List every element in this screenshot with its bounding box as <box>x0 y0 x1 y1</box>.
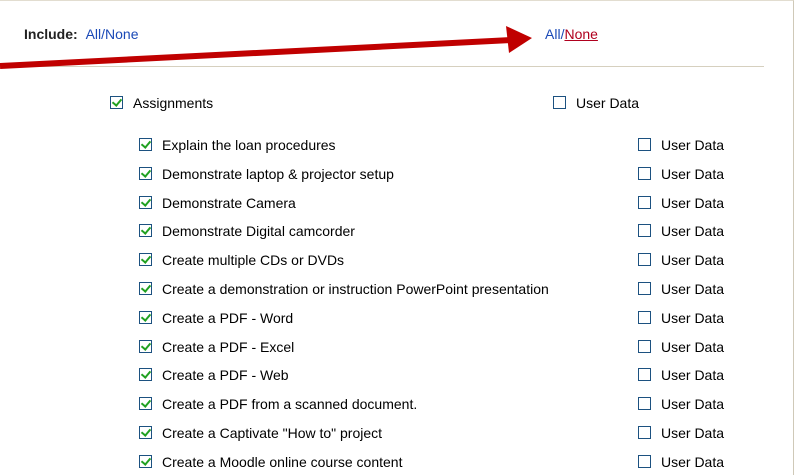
item-user-data-label: User Data <box>661 223 725 240</box>
item-user-data-checkbox[interactable] <box>638 310 651 324</box>
item-label: Create a PDF - Web <box>162 367 289 384</box>
item-checkbox[interactable] <box>139 195 152 209</box>
item-user-data-checkbox[interactable] <box>638 195 651 209</box>
item-user-data-label: User Data <box>661 194 725 211</box>
item-label: Create multiple CDs or DVDs <box>162 252 345 269</box>
item-user-data-label: User Data <box>661 396 725 413</box>
item-label: Create a PDF from a scanned document. <box>162 396 418 413</box>
item-label: Create a Moodle online course content <box>162 453 403 470</box>
item-user-data-label: User Data <box>661 252 725 269</box>
item-user-data-label: User Data <box>661 367 725 384</box>
item-label: Create a Captivate "How to" project <box>162 425 383 441</box>
item-user-data-checkbox[interactable] <box>638 166 651 180</box>
include-row: Include: All/None <box>24 25 138 43</box>
item-user-data-checkbox[interactable] <box>638 454 651 468</box>
item-checkbox[interactable] <box>139 224 152 238</box>
include-label: Include: <box>24 26 78 42</box>
item-checkbox[interactable] <box>139 138 152 151</box>
item-label: Demonstrate laptop & projector setup <box>162 165 394 182</box>
item-label: Demonstrate Digital camcorder <box>162 223 355 240</box>
all-link[interactable]: All <box>545 26 561 42</box>
include-all-none-link[interactable]: All/None <box>86 26 139 42</box>
list-item: Demonstrate laptop & projector setup User… <box>139 164 759 184</box>
item-checkbox[interactable] <box>139 397 152 411</box>
assignments-user-data-checkbox[interactable] <box>553 96 566 109</box>
none-link[interactable]: None <box>564 26 597 42</box>
list-item: Demonstrate Camera User Data <box>139 193 759 213</box>
item-checkbox[interactable] <box>139 310 152 324</box>
item-checkbox[interactable] <box>139 166 152 180</box>
list-item: Create a Captivate "How to" project User … <box>139 423 759 443</box>
item-checkbox[interactable] <box>139 368 152 382</box>
item-user-data-checkbox[interactable] <box>638 253 651 267</box>
item-checkbox[interactable] <box>139 253 152 267</box>
item-label: Create a PDF - Excel <box>162 338 295 355</box>
section-row-assignments: Assignments User Data <box>110 93 670 113</box>
item-user-data-checkbox[interactable] <box>638 397 651 411</box>
right-all-none-links: All/None <box>545 25 598 43</box>
list-item: Explain the loan procedures User Data <box>139 135 759 155</box>
item-user-data-checkbox[interactable] <box>638 339 651 353</box>
item-user-data-label: User Data <box>661 137 725 153</box>
list-item: Create a PDF from a scanned document. Use… <box>139 394 759 414</box>
item-checkbox[interactable] <box>139 339 152 353</box>
assignments-label: Assignments <box>133 95 214 111</box>
list-item: Create a demonstration or instruction Po… <box>139 279 759 299</box>
item-user-data-label: User Data <box>661 281 725 297</box>
list-item: Create multiple CDs or DVDs User Data <box>139 250 759 270</box>
item-user-data-checkbox[interactable] <box>638 426 651 439</box>
list-item: Create a PDF - Web User Data <box>139 365 759 385</box>
divider <box>24 66 764 67</box>
item-user-data-checkbox[interactable] <box>638 224 651 238</box>
assignments-user-data-label: User Data <box>576 95 640 111</box>
item-label: Demonstrate Camera <box>162 194 296 211</box>
restore-include-panel: Include: All/None All/None Assignments U… <box>0 0 794 475</box>
assignments-checkbox[interactable] <box>110 96 123 109</box>
item-checkbox[interactable] <box>139 454 152 468</box>
list-item: Create a PDF - Word User Data <box>139 308 759 328</box>
item-user-data-checkbox[interactable] <box>638 368 651 382</box>
item-user-data-label: User Data <box>661 165 725 182</box>
item-label: Create a PDF - Word <box>162 309 294 326</box>
item-label: Explain the loan procedures <box>162 137 336 153</box>
item-user-data-label: User Data <box>661 425 725 441</box>
item-user-data-label: User Data <box>661 338 725 355</box>
list-item: Demonstrate Digital camcorder User Data <box>139 221 759 241</box>
item-label: Create a demonstration or instruction Po… <box>162 281 549 297</box>
item-user-data-label: User Data <box>661 453 725 470</box>
list-item: Create a Moodle online course content Use… <box>139 452 759 472</box>
item-user-data-checkbox[interactable] <box>638 282 651 295</box>
item-user-data-checkbox[interactable] <box>638 138 651 151</box>
item-checkbox[interactable] <box>139 426 152 439</box>
item-checkbox[interactable] <box>139 282 152 295</box>
item-user-data-label: User Data <box>661 309 725 326</box>
list-item: Create a PDF - Excel User Data <box>139 337 759 357</box>
